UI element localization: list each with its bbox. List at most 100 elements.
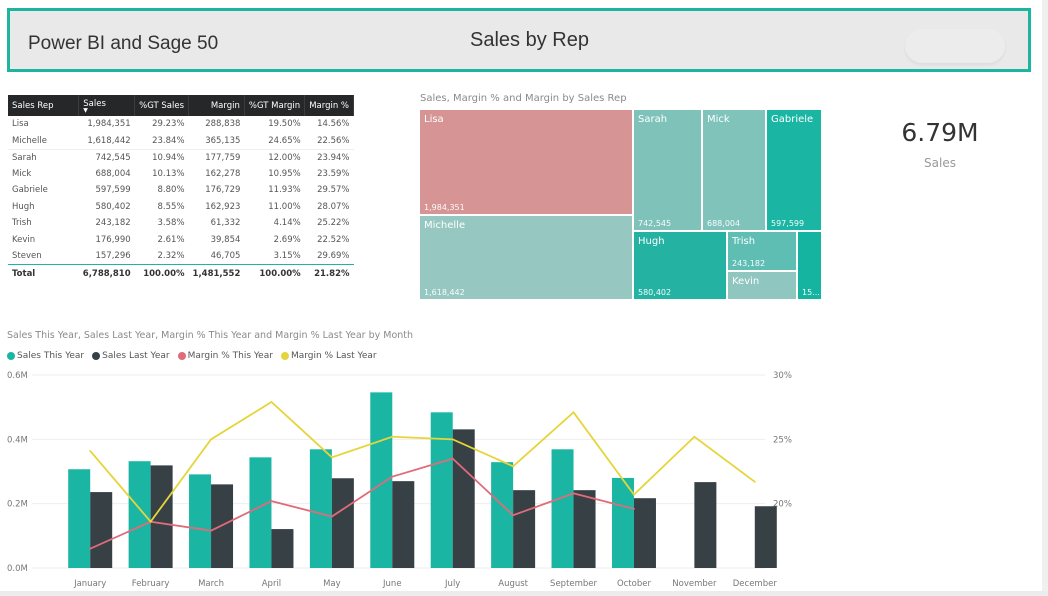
bar[interactable] xyxy=(491,462,514,568)
cell-value: 176,990 xyxy=(95,234,131,245)
cell-rep-name: Hugh xyxy=(12,201,35,212)
table-row[interactable]: Mick 688,004 10.13% 162,278 10.95% 23.59% xyxy=(8,166,354,183)
x-axis-tick-label: July xyxy=(444,579,460,589)
bar[interactable] xyxy=(249,457,272,568)
scrollbar-track[interactable] xyxy=(1042,0,1048,596)
line-point xyxy=(89,450,92,452)
table-total-row[interactable]: Total 6,788,810 100.00% 1,481,552 100.00% 21.… xyxy=(8,264,354,284)
bar[interactable] xyxy=(430,412,453,568)
line-point xyxy=(270,500,273,502)
x-axis-tick-label: November xyxy=(672,579,717,589)
treemap-tile[interactable]: Sarah 742,545 xyxy=(633,109,702,231)
legend-item[interactable]: Margin % Last Year xyxy=(280,351,377,361)
tile-value: 243,182 xyxy=(732,259,766,268)
line-point xyxy=(512,514,515,517)
treemap-tile[interactable]: Mick 688,004 xyxy=(702,109,766,231)
legend-label: Sales This Year xyxy=(17,351,85,361)
cell-rep-name: Michelle xyxy=(12,135,47,146)
bar[interactable] xyxy=(128,461,151,568)
tile-label: Michelle xyxy=(424,220,466,231)
cell-value: 29.57% xyxy=(317,185,350,196)
header-button[interactable] xyxy=(905,29,1005,63)
cell-value: 29.69% xyxy=(317,251,350,261)
header-banner: Power BI and Sage 50 Sales by Rep xyxy=(7,8,1031,72)
cell-value: 8.80% xyxy=(157,185,185,196)
column-header-gt-margin[interactable]: %GT Margin xyxy=(244,95,306,116)
line-point xyxy=(270,401,273,403)
line-point xyxy=(633,493,635,496)
x-axis-tick-label: December xyxy=(733,579,778,589)
column-label: %GT Sales xyxy=(139,100,185,111)
combo-chart-title: Sales This Year, Sales Last Year, Margin… xyxy=(7,330,414,341)
bar[interactable] xyxy=(694,482,717,568)
bar[interactable] xyxy=(452,429,475,568)
cell-value: 177,759 xyxy=(188,148,245,166)
bar[interactable] xyxy=(331,478,354,568)
table-row[interactable]: Steven 157,296 2.32% 46,705 3.15% 29.69% xyxy=(8,248,354,265)
legend-item[interactable]: Sales Last Year xyxy=(92,351,170,361)
cell-value: 61,332 xyxy=(210,218,241,229)
report-page: Power BI and Sage 50 Sales by Rep Sales … xyxy=(0,0,1048,596)
column-header-margin-pct[interactable]: Margin % xyxy=(304,95,354,116)
cell-value: 21.82% xyxy=(304,264,354,284)
bar[interactable] xyxy=(68,469,91,568)
legend-item[interactable]: Sales This Year xyxy=(7,351,84,361)
bar[interactable] xyxy=(90,492,113,568)
table-row[interactable]: Lisa 1,984,351 29.23% 288,838 19.50% 14.56% xyxy=(8,116,354,133)
bar[interactable] xyxy=(370,392,393,568)
line-point xyxy=(633,507,635,510)
tile-label: Kevin xyxy=(732,276,760,287)
tile-value: 1,618,442 xyxy=(424,288,465,297)
x-axis-tick-label: May xyxy=(323,579,341,589)
cell-value: 28.07% xyxy=(317,201,350,212)
table-row[interactable]: Michelle 1,618,442 23.84% 365,135 24.65% 22.5… xyxy=(8,133,354,150)
bar[interactable] xyxy=(513,490,536,568)
bar[interactable] xyxy=(309,449,332,568)
column-header-sales-rep[interactable]: Sales Rep xyxy=(8,95,80,116)
bar[interactable] xyxy=(271,529,294,568)
cell-rep-name: Total xyxy=(8,264,79,284)
cell-value: 22.56% xyxy=(317,135,350,146)
treemap-tile[interactable]: Trish 243,182 xyxy=(727,231,797,271)
legend-dot-icon xyxy=(7,352,15,360)
table-row[interactable]: Gabriele 597,599 8.80% 176,729 11.93% 29.57% xyxy=(8,182,354,199)
treemap-tile[interactable]: Gabriele 597,599 xyxy=(766,109,822,231)
legend-dot-icon xyxy=(177,352,186,360)
cell-rep-name: Steven xyxy=(12,251,42,261)
column-header-margin[interactable]: Margin xyxy=(188,95,245,116)
cell-value: 23.94% xyxy=(304,148,354,166)
bar[interactable] xyxy=(551,449,574,568)
bar[interactable] xyxy=(573,490,596,568)
cell-value: 8.55% xyxy=(157,201,185,212)
bar[interactable] xyxy=(392,481,415,568)
table-row[interactable]: Trish 243,182 3.58% 61,332 4.14% 25.22% xyxy=(8,215,354,232)
table-row[interactable]: Sarah 742,545 10.94% 177,759 12.00% 23.94% xyxy=(8,148,354,166)
treemap-tile[interactable]: Lisa 1,984,351 xyxy=(419,109,633,215)
treemap-tile[interactable]: Kevin xyxy=(727,271,797,300)
tile-label: Sarah xyxy=(638,114,668,125)
legend-item[interactable]: Margin % This Year xyxy=(177,351,273,361)
sales-card-label: Sales xyxy=(924,156,956,170)
x-axis-tick-label: September xyxy=(550,579,597,589)
cell-value: 288,838 xyxy=(205,119,241,130)
column-header-gt-sales[interactable]: %GT Sales xyxy=(134,95,190,116)
y-axis-tick-label: 0.6M xyxy=(7,371,28,381)
column-header-sales[interactable]: Sales ▼ xyxy=(78,95,136,116)
cell-rep-name: Trish xyxy=(12,218,32,229)
cell-value: 11.00% xyxy=(268,201,301,212)
treemap-tile[interactable]: Michelle 1,618,442 xyxy=(419,215,633,300)
treemap-tile[interactable]: 15... xyxy=(797,231,822,300)
line-point xyxy=(693,435,696,438)
column-label: Sales Rep xyxy=(12,100,54,111)
legend-dot-icon xyxy=(92,352,101,360)
cell-value: 742,545 xyxy=(78,148,135,166)
bar[interactable] xyxy=(754,506,777,568)
bar[interactable] xyxy=(189,474,212,568)
table-row[interactable]: Hugh 580,402 8.55% 162,923 11.00% 28.07% xyxy=(8,199,354,216)
table-header-row: Sales Rep Sales ▼ %GT Sales Margin %GT Ma… xyxy=(8,95,354,116)
treemap-tile[interactable]: Hugh 580,402 xyxy=(633,231,727,300)
bar[interactable] xyxy=(633,498,656,568)
table-row[interactable]: Kevin 176,990 2.61% 39,854 2.69% 22.52% xyxy=(8,232,354,249)
cell-value: 3.58% xyxy=(157,218,185,229)
y-axis-tick-label: 0.0M xyxy=(7,564,28,574)
